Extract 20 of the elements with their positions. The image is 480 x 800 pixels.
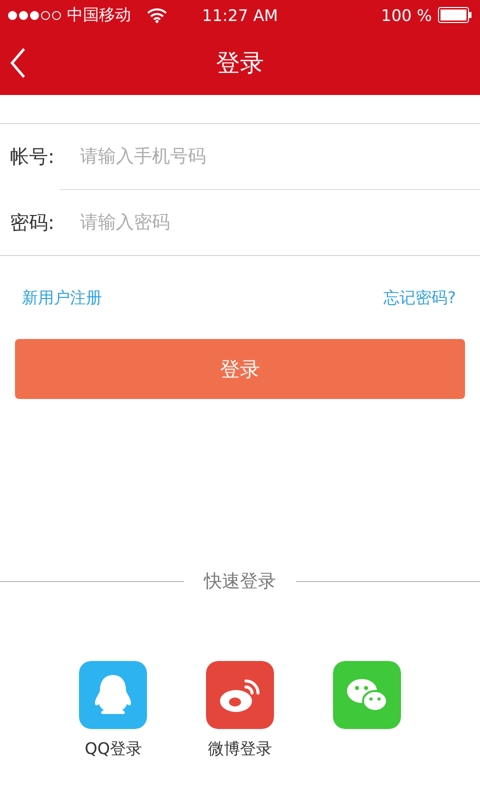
section-title: 快速登录 bbox=[204, 570, 276, 593]
option-label[interactable]: QQ登录 bbox=[84, 739, 142, 760]
register-link[interactable]: 新用户注册 bbox=[22, 288, 102, 309]
eye-logo-icon bbox=[206, 661, 274, 729]
battery-percent: 100 % bbox=[381, 6, 432, 24]
login-button[interactable]: 登录 bbox=[15, 339, 465, 399]
input-field[interactable]: 请输入密码 bbox=[78, 202, 480, 244]
field-label: 密码: bbox=[10, 210, 56, 236]
penguin-icon bbox=[79, 661, 148, 729]
battery-icon bbox=[438, 7, 472, 23]
clock-time: 11:27 AM bbox=[202, 6, 278, 24]
page-title: 登录 bbox=[216, 48, 264, 78]
back-icon[interactable] bbox=[8, 47, 28, 79]
carrier-name: 中国移动 bbox=[67, 4, 131, 26]
field-label: 帐号: bbox=[10, 144, 56, 170]
option-label[interactable]: 微博登录 bbox=[208, 739, 272, 760]
forgot-password-link[interactable]: 忘记密码? bbox=[384, 288, 456, 309]
chat-bubbles-icon bbox=[332, 661, 401, 729]
wifi-icon bbox=[147, 8, 167, 22]
input-field[interactable]: 请输入手机号码 bbox=[78, 136, 480, 178]
